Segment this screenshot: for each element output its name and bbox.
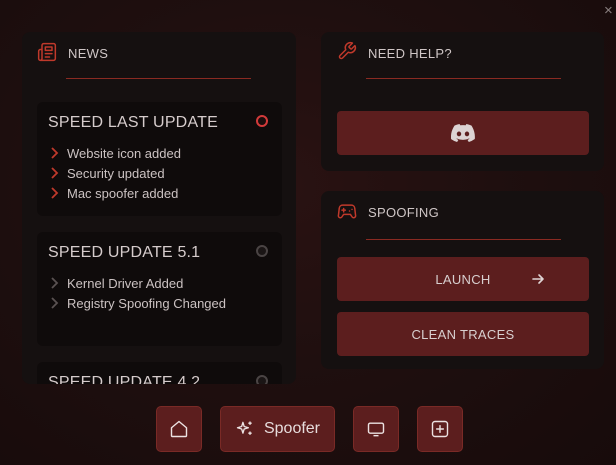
home-icon: [170, 420, 188, 438]
news-panel: NEWS SPEED LAST UPDATE Website icon adde…: [22, 32, 296, 384]
help-panel: NEED HELP?: [321, 32, 604, 171]
news-card-title: SPEED UPDATE 4.2: [48, 374, 201, 384]
news-card-title: SPEED LAST UPDATE: [48, 114, 218, 131]
news-card: SPEED LAST UPDATE Website icon added Sec…: [37, 102, 282, 216]
nav-spoofer-button[interactable]: Spoofer: [220, 406, 335, 452]
news-card-item-label: Registry Spoofing Changed: [67, 295, 226, 311]
news-title: NEWS: [68, 46, 109, 61]
news-card: SPEED UPDATE 5.1 Kernel Driver Added Reg…: [37, 232, 282, 346]
status-dot-inactive: [256, 375, 268, 384]
wrench-icon: [338, 41, 357, 60]
launch-button[interactable]: LAUNCH: [337, 257, 589, 301]
discord-button[interactable]: [337, 111, 589, 155]
news-card: SPEED UPDATE 4.2: [37, 362, 282, 384]
clean-traces-label: CLEAN TRACES: [411, 326, 515, 342]
news-card-item-label: Kernel Driver Added: [67, 275, 184, 291]
help-divider: [366, 78, 561, 79]
chevron-right-icon: [51, 277, 59, 289]
clean-traces-button[interactable]: CLEAN TRACES: [337, 312, 589, 356]
news-card-item-label: Mac spoofer added: [67, 185, 179, 201]
nav-monitor-button[interactable]: [353, 406, 399, 452]
news-card-item: Website icon added: [50, 145, 181, 161]
close-icon[interactable]: ×: [604, 0, 616, 22]
news-card-title: SPEED UPDATE 5.1: [48, 244, 201, 261]
chevron-right-icon: [51, 167, 59, 179]
gamepad-icon: [337, 204, 357, 219]
sparkles-icon: [236, 421, 252, 435]
nav-spoofer-label: Spoofer: [263, 420, 321, 437]
news-card-item-label: Security updated: [67, 165, 165, 181]
news-card-item-label: Website icon added: [67, 145, 181, 161]
launch-label: LAUNCH: [435, 271, 491, 287]
spoofing-divider: [366, 239, 561, 240]
chevron-right-icon: [51, 147, 59, 159]
status-dot-inactive: [256, 245, 268, 257]
chevron-right-icon: [51, 187, 59, 199]
nav-home-button[interactable]: [156, 406, 202, 452]
nav-add-button[interactable]: [417, 406, 463, 452]
news-card-item: Kernel Driver Added: [50, 275, 183, 291]
discord-icon: [451, 124, 475, 142]
status-dot-active: [256, 115, 268, 127]
spoofing-title: SPOOFING: [368, 205, 440, 220]
newspaper-icon: [37, 42, 57, 62]
help-title: NEED HELP?: [368, 46, 452, 61]
arrow-right-icon: [532, 274, 544, 284]
plus-square-icon: [431, 420, 449, 438]
news-card-item: Mac spoofer added: [50, 185, 178, 201]
news-divider: [66, 78, 251, 79]
monitor-icon: [367, 422, 385, 437]
news-card-item: Registry Spoofing Changed: [50, 295, 226, 311]
chevron-right-icon: [51, 297, 59, 309]
news-card-item: Security updated: [50, 165, 165, 181]
news-list[interactable]: SPEED LAST UPDATE Website icon added Sec…: [22, 102, 296, 384]
spoofing-panel: SPOOFING LAUNCH CLEAN TRACES: [321, 191, 604, 369]
